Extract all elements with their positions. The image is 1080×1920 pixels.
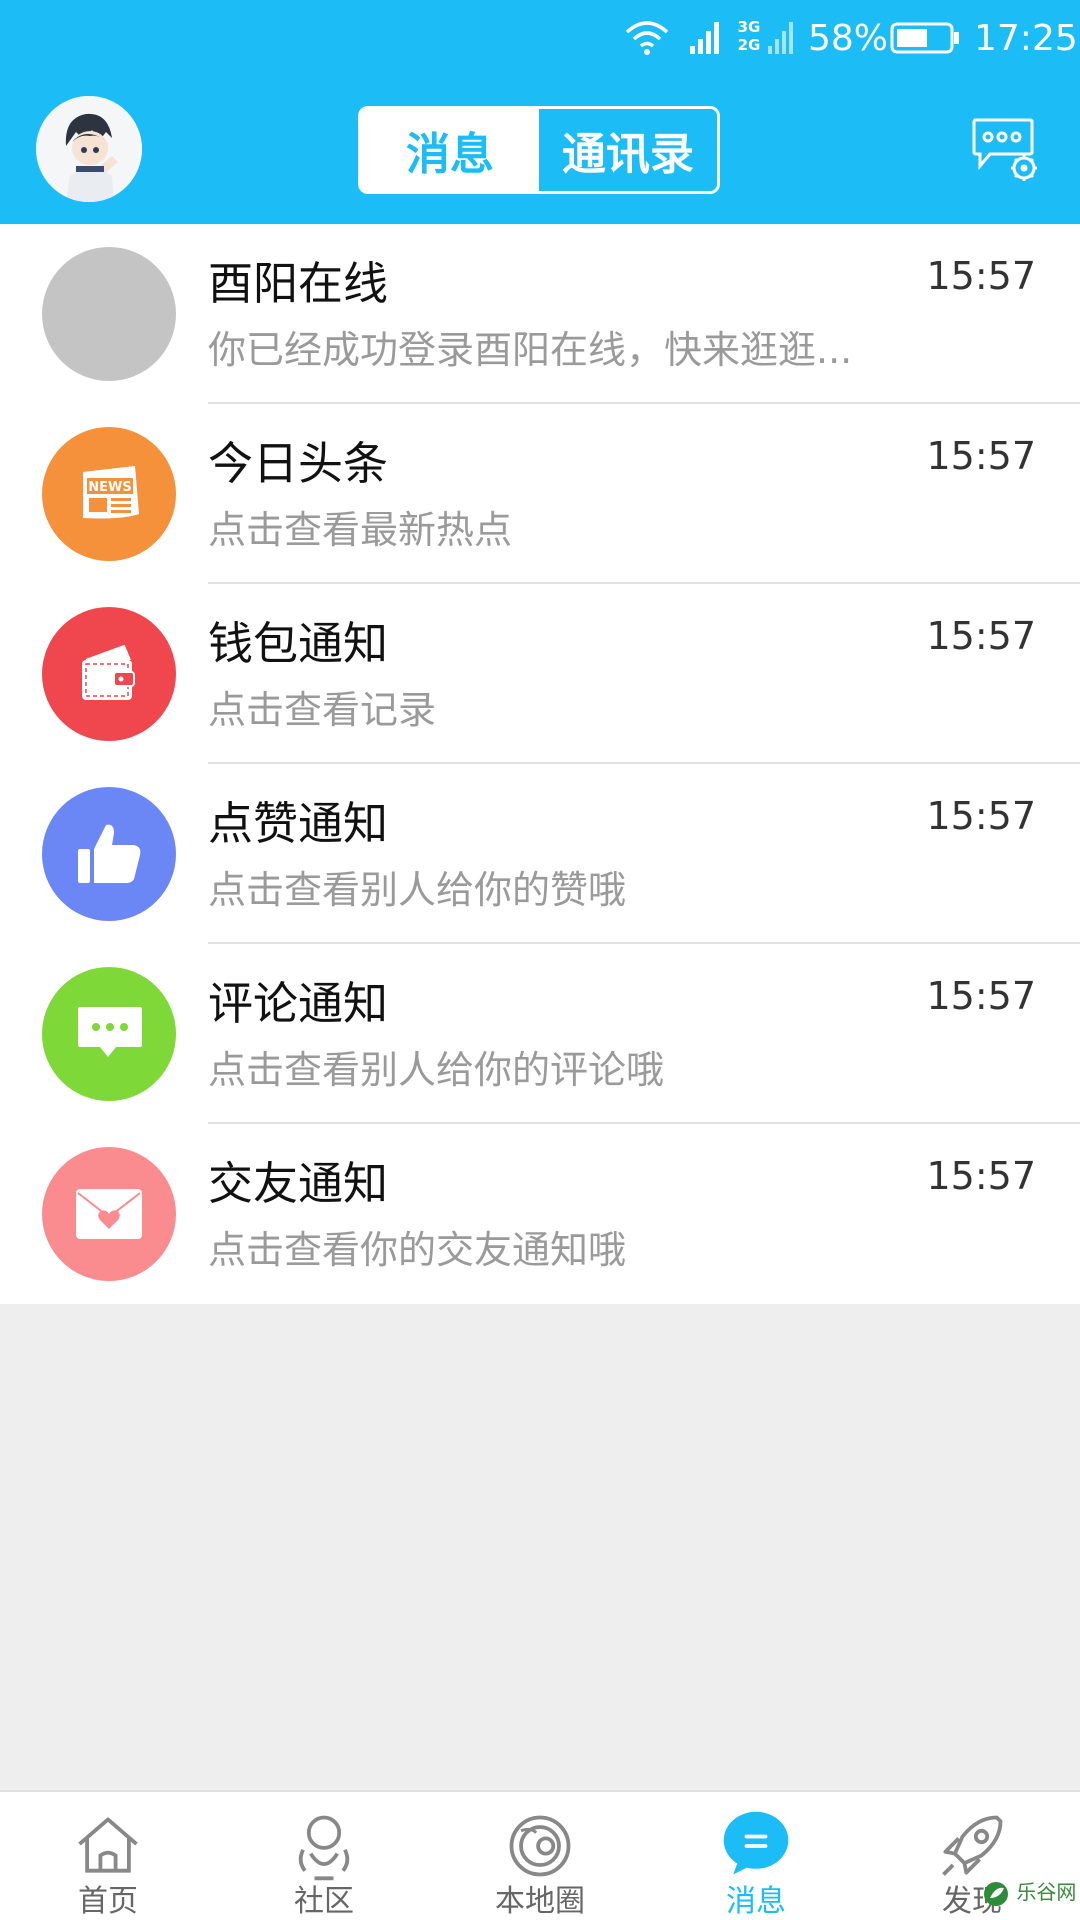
message-item-wallet[interactable]: 钱包通知 15:57 点击查看记录 [0, 584, 1080, 764]
message-list: 酉阳在线 15:57 你已经成功登录酉阳在线，快来逛逛... NEWS 今日头条… [0, 224, 1080, 1304]
app-header: 3G 2G 58% 17:25 消息 通讯录 [0, 0, 1080, 224]
wifi-icon [625, 21, 669, 55]
signal-icon [690, 22, 719, 54]
screen: 3G 2G 58% 17:25 消息 通讯录 酉阳在线 15:57 你已经成功登… [0, 0, 1080, 1920]
message-time: 15:57 [926, 1154, 1036, 1198]
message-preview: 点击查看最新热点 [208, 508, 513, 552]
watermark-logo: 乐谷网 [982, 1876, 1078, 1916]
message-time: 15:57 [926, 614, 1036, 658]
message-time: 15:57 [926, 434, 1036, 478]
nav-label: 消息 [726, 1884, 786, 1919]
message-preview: 点击查看别人给你的评论哦 [208, 1048, 665, 1092]
battery-percentage: 58% [808, 18, 889, 59]
message-title: 钱包通知 [208, 617, 389, 670]
message-title: 评论通知 [208, 977, 389, 1030]
nav-local-circle[interactable]: 本地圈 [432, 1792, 648, 1920]
signal-secondary-icon [768, 22, 793, 54]
network-type: 3G 2G [737, 18, 761, 54]
community-icon [298, 1815, 350, 1881]
svg-text:NEWS: NEWS [88, 480, 131, 495]
chat-settings-icon[interactable] [968, 114, 1038, 184]
battery-icon [890, 22, 959, 54]
message-preview: 点击查看你的交友通知哦 [208, 1228, 627, 1272]
leaf-logo-icon [984, 1881, 1008, 1906]
nav-label: 首页 [78, 1884, 138, 1919]
message-item-comments[interactable]: 评论通知 15:57 点击查看别人给你的评论哦 [0, 944, 1080, 1124]
news-icon: NEWS [42, 427, 176, 561]
message-preview: 点击查看别人给你的赞哦 [208, 868, 627, 912]
home-icon [78, 1817, 138, 1873]
thumbs-up-icon [42, 787, 176, 921]
message-time: 15:57 [926, 794, 1036, 838]
message-item-youyang-online[interactable]: 酉阳在线 15:57 你已经成功登录酉阳在线，快来逛逛... [0, 224, 1080, 404]
message-item-likes[interactable]: 点赞通知 15:57 点击查看别人给你的赞哦 [0, 764, 1080, 944]
nav-community[interactable]: 社区 [216, 1792, 432, 1920]
tab-contacts[interactable]: 通讯录 [539, 109, 717, 191]
user-avatar[interactable] [36, 96, 142, 202]
message-time: 15:57 [926, 254, 1036, 298]
status-bar: 3G 2G 58% 17:25 [0, 0, 1080, 80]
bottom-nav: 首页 社区 本地圈 消息 发现 [0, 1790, 1080, 1920]
nav-messages[interactable]: 消息 [648, 1792, 864, 1920]
message-title: 交友通知 [208, 1157, 389, 1210]
message-preview: 点击查看记录 [208, 688, 437, 732]
message-title: 酉阳在线 [208, 257, 389, 310]
message-title: 今日头条 [208, 437, 389, 490]
message-item-toutiao[interactable]: NEWS 今日头条 15:57 点击查看最新热点 [0, 404, 1080, 584]
watermark-text: 乐谷网 [1016, 1880, 1077, 1904]
message-time: 15:57 [926, 974, 1036, 1018]
segmented-control: 消息 通讯录 [358, 106, 720, 194]
planet-icon [509, 1815, 571, 1877]
nav-label: 本地圈 [495, 1884, 585, 1919]
wallet-icon [42, 607, 176, 741]
tab-messages[interactable]: 消息 [361, 109, 539, 191]
avatar-illustration-icon [36, 96, 142, 202]
nav-home[interactable]: 首页 [0, 1792, 216, 1920]
message-preview: 你已经成功登录酉阳在线，快来逛逛... [208, 328, 853, 372]
placeholder-avatar-icon [42, 247, 176, 381]
rocket-icon [942, 1815, 1003, 1876]
heart-envelope-icon [42, 1147, 176, 1281]
message-icon [723, 1811, 789, 1875]
message-item-friends[interactable]: 交友通知 15:57 点击查看你的交友通知哦 [0, 1124, 1080, 1304]
clock: 17:25 [974, 18, 1078, 59]
nav-label: 社区 [294, 1884, 354, 1919]
message-title: 点赞通知 [208, 797, 389, 850]
comment-icon [42, 967, 176, 1101]
